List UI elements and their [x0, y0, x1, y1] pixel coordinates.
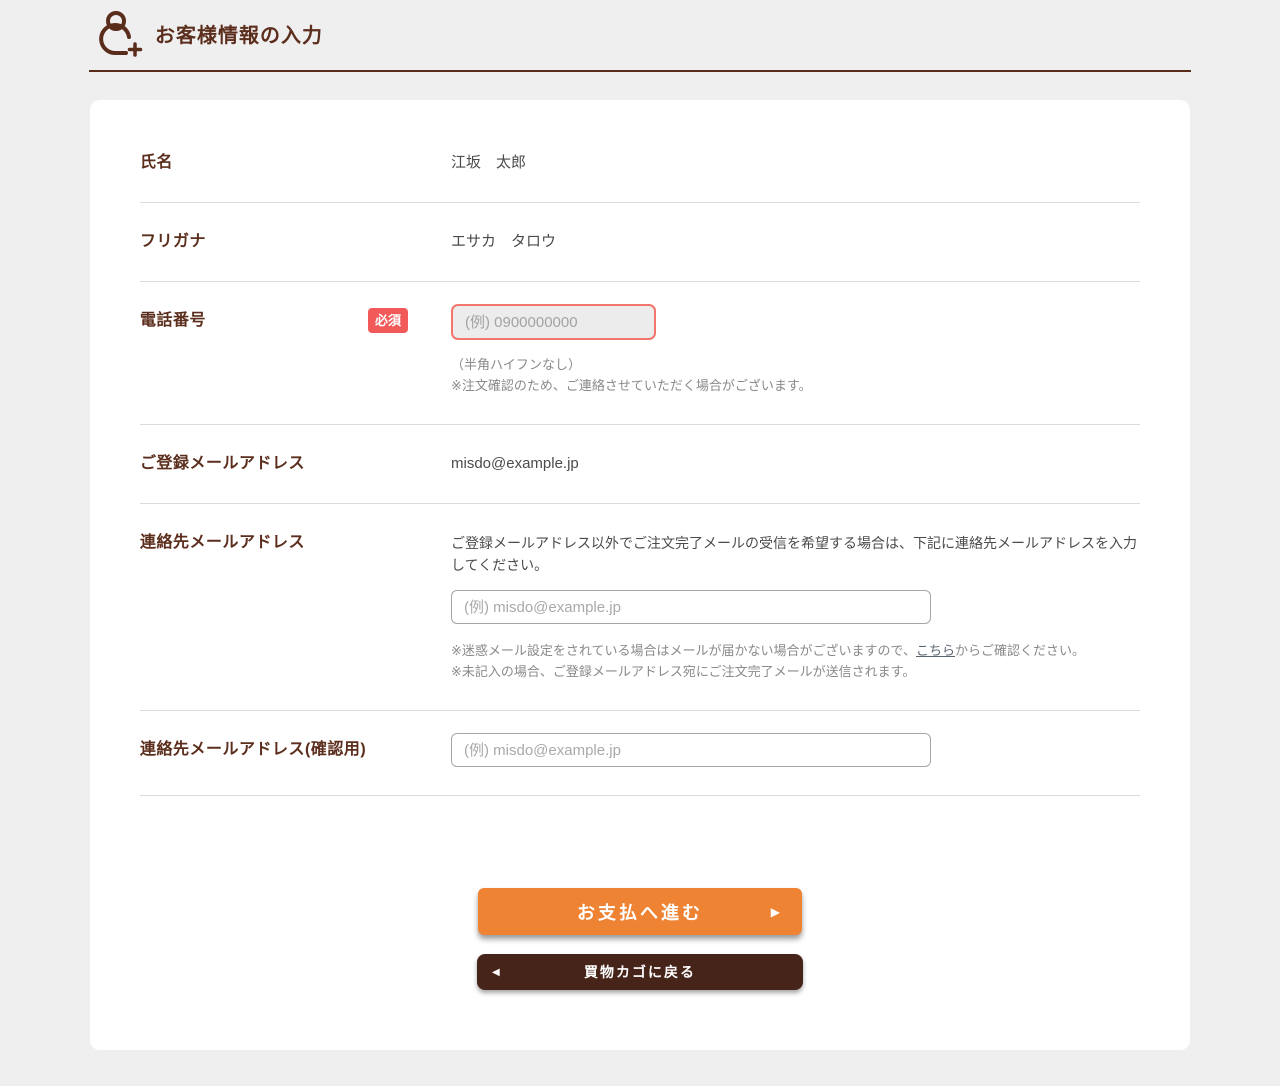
proceed-button-label: お支払へ進む: [577, 899, 703, 925]
form-row-registered-email: ご登録メールアドレス misdo@example.jp: [140, 425, 1140, 504]
page-title: お客様情報の入力: [155, 19, 323, 48]
name-label: 氏名: [140, 152, 173, 174]
registered-email-value: misdo@example.jp: [451, 455, 579, 472]
form-row-name: 氏名 江坂 太郎: [140, 124, 1140, 203]
registered-email-label-cell: ご登録メールアドレス: [140, 453, 451, 475]
back-to-cart-button[interactable]: ◀ 買物カゴに戻る: [477, 954, 803, 990]
page: お客様情報の入力 氏名 江坂 太郎 フリガナ エサカ タロウ 電話番号 必須: [0, 0, 1280, 1086]
arrow-left-icon: ◀: [492, 967, 500, 978]
note-spam-text-before: ※迷惑メール設定をされている場合はメールが届かない場合がございますので、: [451, 643, 916, 658]
user-plus-icon: [95, 8, 143, 58]
contact-email-confirm-label-cell: 連絡先メールアドレス(確認用): [140, 739, 451, 761]
contact-email-confirm-input-cell: [451, 739, 1140, 767]
registered-email-label: ご登録メールアドレス: [140, 453, 305, 475]
name-value-cell: 江坂 太郎: [451, 152, 1140, 174]
phone-note-contact: ※注文確認のため、ご連絡させていただく場合がございます。: [451, 375, 1140, 396]
form-row-furigana: フリガナ エサカ タロウ: [140, 203, 1140, 282]
required-badge: 必須: [368, 308, 408, 333]
customer-info-card: 氏名 江坂 太郎 フリガナ エサカ タロウ 電話番号 必須 （半角ハイフンなし）: [90, 100, 1190, 1050]
contact-email-note-blank: ※未記入の場合、ご登録メールアドレス宛にご注文完了メールが送信されます。: [451, 661, 1140, 682]
contact-email-notes: ※迷惑メール設定をされている場合はメールが届かない場合がございますので、こちらか…: [451, 640, 1140, 682]
form-row-contact-email: 連絡先メールアドレス ご登録メールアドレス以外でご注文完了メールの受信を希望する…: [140, 504, 1140, 711]
buttons-area: お支払へ進む ▶ ◀ 買物カゴに戻る: [140, 796, 1140, 990]
kochira-link[interactable]: こちら: [916, 643, 955, 658]
furigana-value: エサカ タロウ: [451, 233, 556, 250]
page-header: お客様情報の入力: [89, 0, 1191, 72]
arrow-right-icon: ▶: [771, 905, 780, 919]
furigana-label: フリガナ: [140, 231, 206, 253]
contact-email-confirm-label: 連絡先メールアドレス(確認用): [140, 739, 366, 761]
contact-email-confirm-input[interactable]: [451, 733, 931, 767]
furigana-label-cell: フリガナ: [140, 231, 451, 253]
phone-label: 電話番号: [140, 310, 206, 332]
furigana-value-cell: エサカ タロウ: [451, 231, 1140, 253]
phone-note-format: （半角ハイフンなし）: [451, 354, 1140, 375]
name-value: 江坂 太郎: [451, 154, 526, 171]
phone-input-cell: （半角ハイフンなし） ※注文確認のため、ご連絡させていただく場合がございます。: [451, 310, 1140, 396]
contact-email-input[interactable]: [451, 590, 931, 624]
contact-email-label: 連絡先メールアドレス: [140, 532, 305, 554]
form-row-contact-email-confirm: 連絡先メールアドレス(確認用): [140, 711, 1140, 796]
contact-email-label-cell: 連絡先メールアドレス: [140, 532, 451, 554]
proceed-to-payment-button[interactable]: お支払へ進む ▶: [478, 888, 802, 935]
contact-email-note-spam: ※迷惑メール設定をされている場合はメールが届かない場合がございますので、こちらか…: [451, 640, 1140, 661]
form-row-phone: 電話番号 必須 （半角ハイフンなし） ※注文確認のため、ご連絡させていただく場合…: [140, 282, 1140, 425]
registered-email-value-cell: misdo@example.jp: [451, 453, 1140, 475]
phone-input[interactable]: [451, 304, 656, 340]
note-spam-text-after: からご確認ください。: [955, 643, 1085, 658]
back-button-label: 買物カゴに戻る: [584, 962, 696, 982]
contact-email-input-cell: ご登録メールアドレス以外でご注文完了メールの受信を希望する場合は、下記に連絡先メ…: [451, 532, 1140, 682]
phone-label-cell: 電話番号 必須: [140, 310, 451, 333]
contact-email-description: ご登録メールアドレス以外でご注文完了メールの受信を希望する場合は、下記に連絡先メ…: [451, 532, 1140, 576]
name-label-cell: 氏名: [140, 152, 451, 174]
